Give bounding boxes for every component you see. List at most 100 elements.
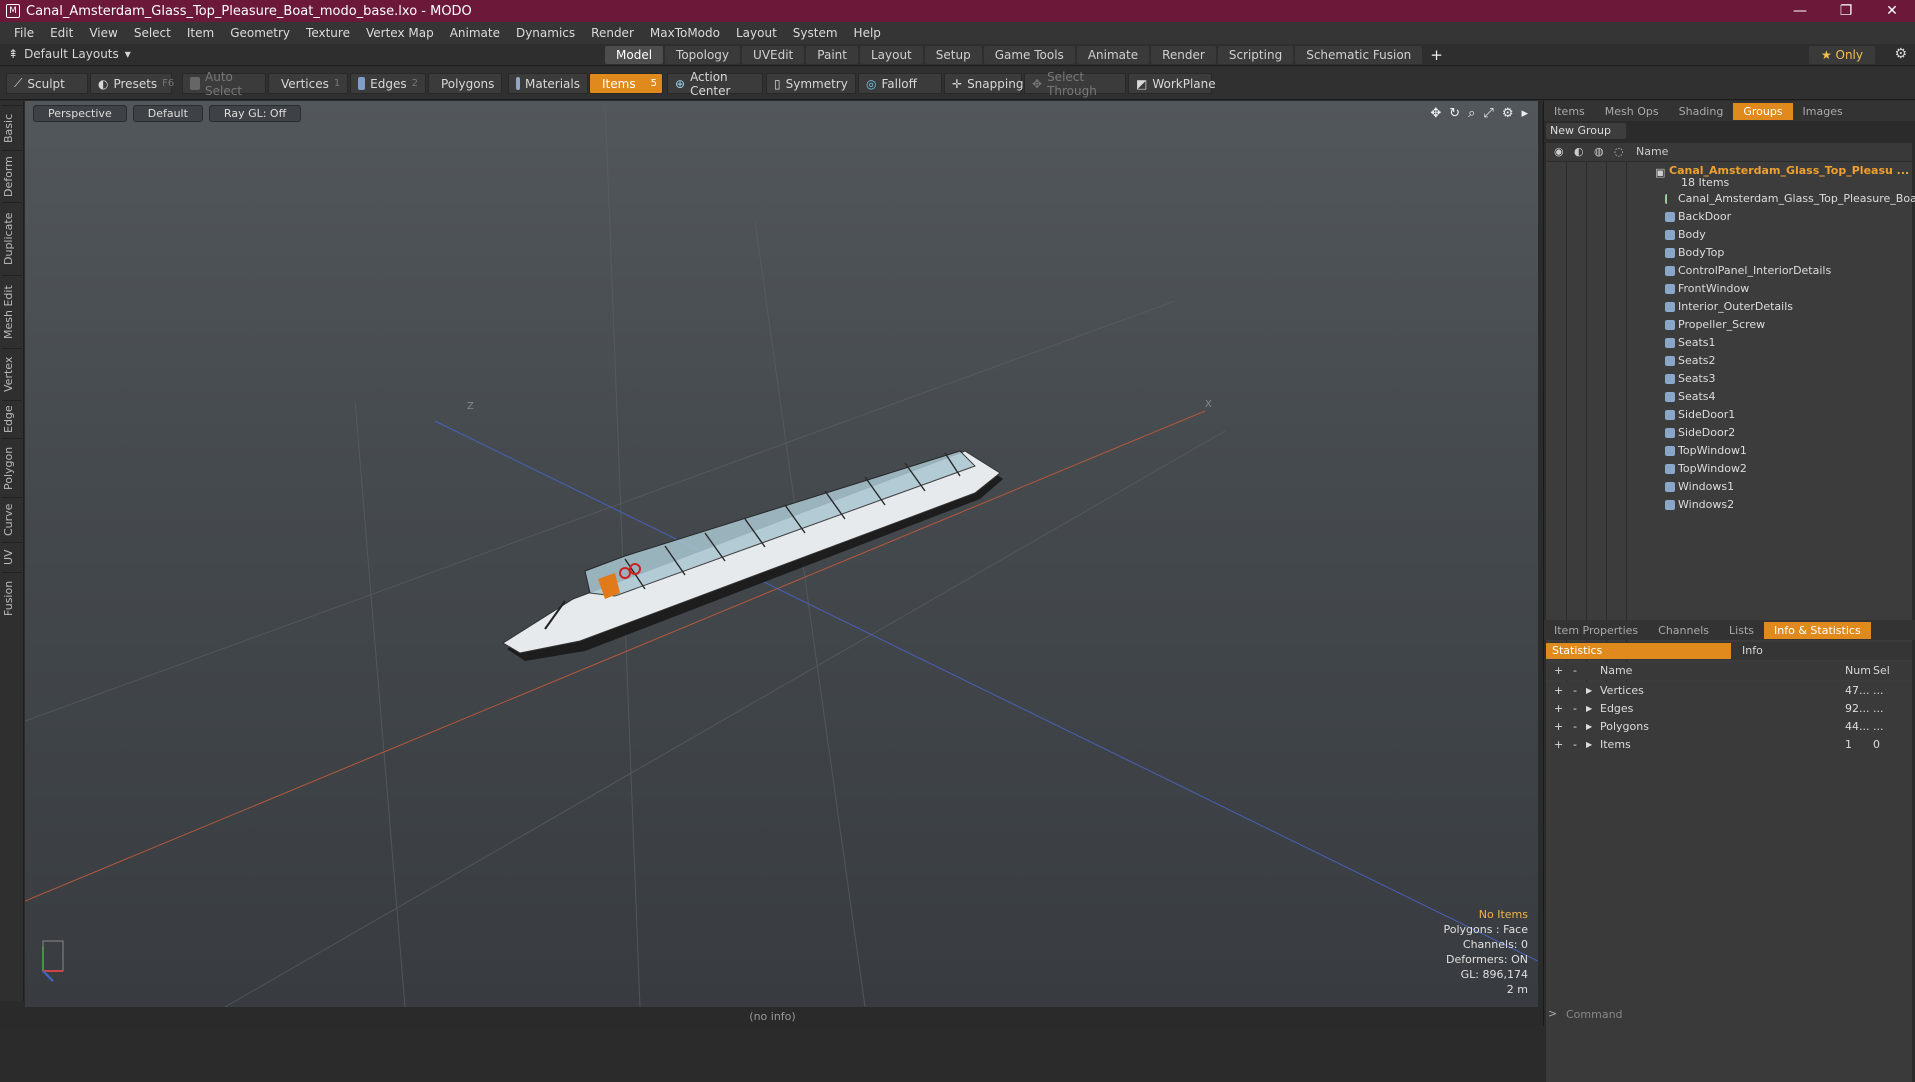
- tab-layout[interactable]: Layout: [859, 46, 923, 64]
- menu-item-help[interactable]: Help: [846, 26, 889, 40]
- items-button[interactable]: Items 5: [589, 73, 663, 94]
- remove-icon[interactable]: -: [1573, 682, 1577, 700]
- edges-button[interactable]: Edges 2: [350, 73, 426, 94]
- side-tab-duplicate[interactable]: Duplicate: [2, 202, 22, 275]
- side-tab-mesh-edit[interactable]: Mesh Edit: [2, 275, 22, 348]
- sculpt-button[interactable]: ⟋ Sculpt: [6, 73, 88, 94]
- rotate-icon[interactable]: ↻: [1449, 106, 1460, 121]
- tree-item[interactable]: Windows1: [1546, 478, 1912, 496]
- menu-item-geometry[interactable]: Geometry: [222, 26, 298, 40]
- tree-item[interactable]: Seats2: [1546, 352, 1912, 370]
- menu-item-layout[interactable]: Layout: [728, 26, 785, 40]
- tree-item[interactable]: Seats3: [1546, 370, 1912, 388]
- panel-tab-items[interactable]: Items: [1544, 103, 1595, 120]
- tree-item[interactable]: Interior_OuterDetails: [1546, 298, 1912, 316]
- menu-item-view[interactable]: View: [81, 26, 125, 40]
- remove-icon[interactable]: -: [1573, 718, 1577, 736]
- menu-item-texture[interactable]: Texture: [298, 26, 358, 40]
- snapping-button[interactable]: ✛ Snapping: [944, 73, 1023, 94]
- tree-item[interactable]: TopWindow1: [1546, 442, 1912, 460]
- expand-arrow-icon[interactable]: ▶: [1586, 700, 1592, 718]
- symmetry-button[interactable]: ▯ Symmetry: [766, 73, 856, 94]
- stats-row[interactable]: + - ▶ Items 1 0: [1546, 736, 1912, 754]
- panel-tab-mesh-ops[interactable]: Mesh Ops: [1595, 103, 1669, 120]
- tab-game-tools[interactable]: Game Tools: [983, 46, 1075, 64]
- zoom-icon[interactable]: ⌕: [1468, 106, 1475, 121]
- tree-item[interactable]: Propeller_Screw: [1546, 316, 1912, 334]
- panel-tab-lists[interactable]: Lists: [1719, 622, 1764, 639]
- tree-item[interactable]: Windows2: [1546, 496, 1912, 514]
- tree-item[interactable]: TopWindow2: [1546, 460, 1912, 478]
- panel-tab-images[interactable]: Images: [1793, 103, 1853, 120]
- menu-item-maxtomodo[interactable]: MaxToModo: [642, 26, 728, 40]
- workplane-button[interactable]: ◩ WorkPlane: [1128, 73, 1216, 94]
- expand-arrow-icon[interactable]: ▶: [1586, 736, 1592, 754]
- only-button[interactable]: ★ Only: [1808, 46, 1875, 64]
- command-input[interactable]: Command: [1558, 1006, 1898, 1023]
- expand-arrow-icon[interactable]: ▶: [1586, 718, 1592, 736]
- boat-model[interactable]: [502, 450, 1003, 661]
- add-icon[interactable]: +: [1554, 700, 1563, 718]
- tab-uvedit[interactable]: UVEdit: [742, 46, 805, 64]
- panel-tab-groups[interactable]: Groups: [1733, 102, 1793, 120]
- auto-select-button[interactable]: Auto Select: [182, 70, 266, 98]
- tab-paint[interactable]: Paint: [806, 46, 858, 64]
- side-tab-vertex[interactable]: Vertex: [2, 348, 22, 400]
- restore-button[interactable]: ❐: [1823, 0, 1869, 22]
- side-tab-edge[interactable]: Edge: [2, 400, 22, 438]
- panel-tab-item-properties[interactable]: Item Properties: [1544, 622, 1648, 639]
- tree-item[interactable]: BodyTop: [1546, 244, 1912, 262]
- tree-item[interactable]: SideDoor2: [1546, 424, 1912, 442]
- side-tab-curve[interactable]: Curve: [2, 497, 22, 542]
- stats-row[interactable]: + - ▶ Polygons 44......: [1546, 718, 1912, 736]
- tree-item[interactable]: Canal_Amsterdam_Glass_Top_Pleasure_Boat: [1546, 190, 1915, 208]
- side-tab-deform[interactable]: Deform: [2, 150, 22, 202]
- tree-item[interactable]: Seats4: [1546, 388, 1912, 406]
- stats-row[interactable]: + - ▶ Vertices 47......: [1546, 682, 1912, 700]
- side-tab-fusion[interactable]: Fusion: [2, 572, 22, 624]
- group-row[interactable]: ▣ Canal_Amsterdam_Glass_Top_Pleasu ... 1…: [1546, 164, 1912, 189]
- side-tab-polygon[interactable]: Polygon: [2, 438, 22, 497]
- tree-item[interactable]: ControlPanel_InteriorDetails: [1546, 262, 1912, 280]
- menu-item-system[interactable]: System: [785, 26, 846, 40]
- side-tab-uv[interactable]: UV: [2, 542, 22, 572]
- tab-scripting[interactable]: Scripting: [1217, 46, 1294, 64]
- menu-item-item[interactable]: Item: [179, 26, 222, 40]
- materials-button[interactable]: Materials: [508, 73, 588, 94]
- info-tab[interactable]: Info: [1742, 643, 1763, 659]
- add-tab-icon[interactable]: +: [1424, 46, 1449, 64]
- side-tab-basic[interactable]: Basic: [2, 105, 22, 150]
- tab-animate[interactable]: Animate: [1076, 46, 1150, 64]
- remove-icon[interactable]: -: [1573, 736, 1577, 754]
- fit-icon[interactable]: ⤢: [1483, 106, 1493, 121]
- expand-icon[interactable]: ▸: [1521, 106, 1528, 121]
- panel-tab-channels[interactable]: Channels: [1648, 622, 1719, 639]
- tab-schematic-fusion[interactable]: Schematic Fusion: [1295, 46, 1423, 64]
- action-center-button[interactable]: ⊕ Action Center: [667, 70, 763, 98]
- add-icon[interactable]: +: [1554, 682, 1563, 700]
- close-button[interactable]: ✕: [1869, 0, 1915, 22]
- panel-tab-shading[interactable]: Shading: [1669, 103, 1734, 120]
- tree-item[interactable]: FrontWindow: [1546, 280, 1912, 298]
- select-through-button[interactable]: ✥ Select Through: [1024, 70, 1126, 98]
- menu-item-animate[interactable]: Animate: [442, 26, 508, 40]
- stats-row[interactable]: + - ▶ Edges 92......: [1546, 700, 1912, 718]
- menu-item-vertex-map[interactable]: Vertex Map: [358, 26, 442, 40]
- gear-icon[interactable]: ⚙: [1502, 106, 1514, 121]
- shading-mode-button[interactable]: Default: [132, 105, 203, 122]
- statistics-tab[interactable]: Statistics: [1546, 643, 1731, 659]
- tab-setup[interactable]: Setup: [924, 46, 982, 64]
- add-icon[interactable]: +: [1554, 718, 1563, 736]
- vertices-button[interactable]: Vertices 1: [268, 73, 348, 94]
- falloff-button[interactable]: ◎ Falloff: [858, 73, 942, 94]
- 3d-viewport[interactable]: Z X Perspective Default Ray GL: Off ✥ ↻ …: [25, 101, 1538, 1007]
- menu-item-edit[interactable]: Edit: [42, 26, 81, 40]
- menu-item-file[interactable]: File: [6, 26, 42, 40]
- expand-arrow-icon[interactable]: ▶: [1586, 682, 1592, 700]
- remove-icon[interactable]: -: [1573, 700, 1577, 718]
- tree-item[interactable]: BackDoor: [1546, 208, 1912, 226]
- add-icon[interactable]: +: [1554, 736, 1563, 754]
- menu-item-render[interactable]: Render: [583, 26, 642, 40]
- menu-item-select[interactable]: Select: [126, 26, 179, 40]
- raygl-button[interactable]: Ray GL: Off: [208, 105, 302, 122]
